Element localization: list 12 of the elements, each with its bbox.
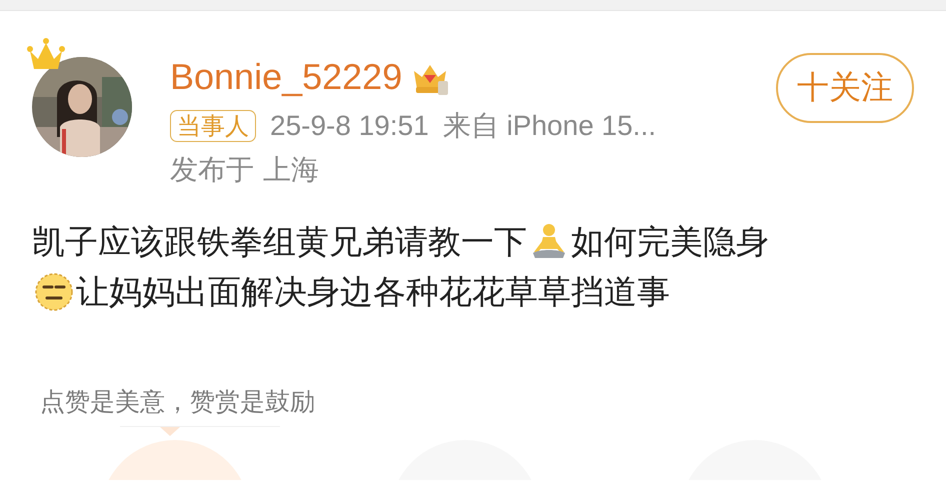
reward-caption: 点赞是美意，赞赏是鼓励 — [40, 386, 315, 418]
crown-icon — [26, 37, 66, 71]
post-text: 让妈妈出面解决身边各种花花草草挡道事 — [76, 271, 670, 313]
post-location: 发布于 上海 — [170, 152, 320, 188]
expressionless-face-icon — [34, 272, 74, 312]
post-time: 25-9-8 19:51 — [270, 110, 429, 142]
post-source: 来自 iPhone 15... — [442, 109, 656, 143]
username[interactable]: Bonnie_52229 — [170, 56, 402, 98]
post-text: 如何完美隐身 — [571, 221, 769, 263]
follow-button[interactable]: 十关注 — [776, 53, 914, 123]
post-text: 凯子应该跟铁拳组黄兄弟请教一下 — [32, 221, 527, 263]
participant-badge: 当事人 — [170, 110, 256, 142]
